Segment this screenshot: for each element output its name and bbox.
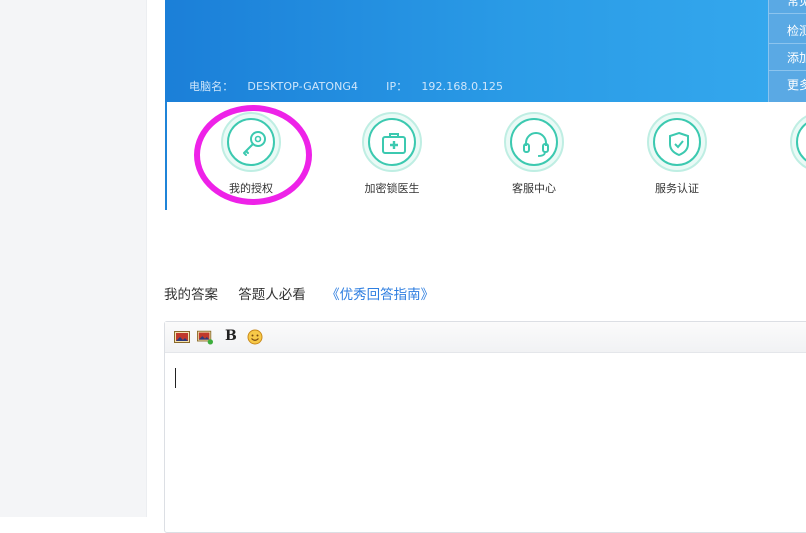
ip-label: IP： (386, 80, 408, 93)
side-menu: 常见 检测 添加 更多 (768, 0, 806, 102)
side-menu-item[interactable]: 常见 (769, 0, 806, 14)
feature-service-cert[interactable]: 服务认证 (627, 112, 727, 196)
app-left-border (165, 102, 167, 210)
side-menu-item[interactable]: 检测 (769, 18, 806, 44)
side-menu-item[interactable]: 添加 (769, 45, 806, 71)
answer-tabs: 我的答案 答题人必看 《优秀回答指南》 (164, 283, 434, 303)
feature-label: 加密锁医生 (364, 182, 420, 195)
feature-support-center[interactable]: 客服中心 (484, 112, 584, 196)
emoji-icon[interactable] (247, 329, 263, 345)
highlight-annotation-circle (194, 105, 312, 205)
image-icon[interactable] (174, 329, 190, 345)
shield-check-icon (669, 131, 689, 157)
app-banner: 电脑名： DESKTOP-GATONG4 IP： 192.168.0.125 (165, 0, 806, 102)
guide-link[interactable]: 《优秀回答指南》 (326, 287, 434, 303)
feature-partial[interactable] (770, 112, 806, 172)
text-caret (175, 368, 176, 388)
feature-icon-ring (504, 112, 564, 172)
headset-icon (523, 132, 549, 157)
editor-toolbar: B (165, 322, 806, 353)
medical-kit-icon (382, 133, 406, 154)
feature-dongle-doctor[interactable]: 加密锁医生 (342, 112, 442, 196)
ip-address: 192.168.0.125 (421, 80, 504, 93)
device-info: 电脑名： DESKTOP-GATONG4 IP： 192.168.0.125 (189, 78, 531, 94)
tab-my-answer[interactable]: 我的答案 (164, 287, 218, 303)
computer-name-label: 电脑名： (189, 80, 234, 93)
bold-button[interactable]: B (225, 328, 237, 344)
feature-label: 客服中心 (512, 182, 556, 195)
answer-editor[interactable]: B (164, 321, 806, 533)
left-gutter (0, 0, 147, 517)
insert-image-icon[interactable] (197, 329, 213, 345)
feature-icon-ring (362, 112, 422, 172)
feature-icon-ring (647, 112, 707, 172)
feature-label: 服务认证 (655, 182, 699, 195)
feature-icon-ring (790, 112, 806, 172)
side-menu-item[interactable]: 更多 (769, 72, 806, 98)
computer-name: DESKTOP-GATONG4 (247, 80, 359, 93)
tab-must-read[interactable]: 答题人必看 (238, 287, 306, 303)
